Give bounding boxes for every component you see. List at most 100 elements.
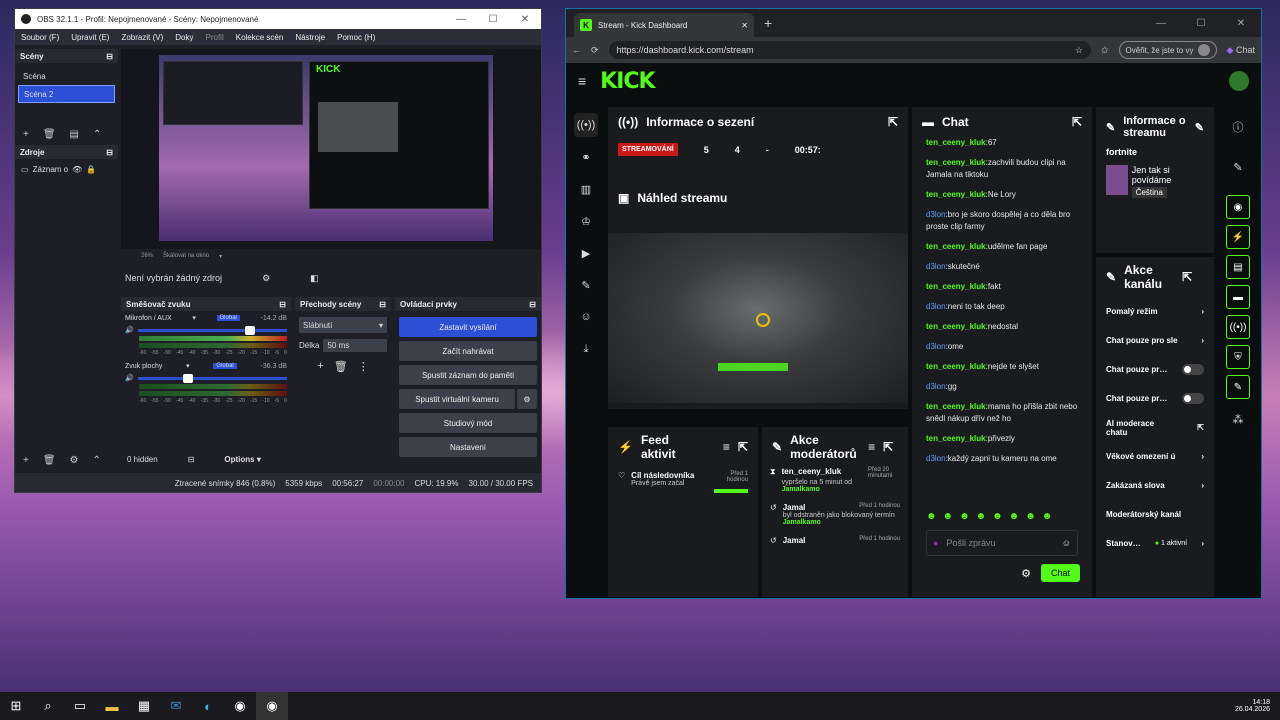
add-scene-icon[interactable]: + (23, 129, 29, 140)
virtual-camera-settings-icon[interactable]: ⚙ (517, 389, 537, 409)
chat-send-button[interactable]: Chat (1040, 564, 1080, 582)
scale-mode[interactable]: Škálovat na okno (163, 253, 209, 259)
emote-icon[interactable]: ☻ (976, 511, 987, 522)
menu-docks[interactable]: Doky (169, 33, 199, 42)
app-icon[interactable]: ◉ (224, 692, 256, 720)
nav-analytics-icon[interactable]: ▥ (574, 177, 598, 201)
scene-item[interactable]: Scéna (18, 67, 115, 85)
new-tab-icon[interactable]: + (764, 15, 772, 31)
filter-icon[interactable]: ≡ (868, 440, 875, 454)
remove-source-icon[interactable]: 🗑 (43, 455, 56, 466)
popout-icon[interactable]: ⇱ (1072, 115, 1082, 129)
maximize-icon[interactable]: ☐ (1181, 18, 1221, 29)
broadcast-icon[interactable]: ((•)) (1226, 315, 1250, 339)
settings-button[interactable]: Nastavení (399, 437, 537, 457)
speaker-icon[interactable]: 🔊 (125, 374, 134, 382)
action-emotes-only[interactable]: Chat pouze pr… (1106, 384, 1204, 413)
lightning-icon[interactable]: ⚡ (1226, 225, 1250, 249)
toggle[interactable] (1182, 393, 1204, 404)
camera-icon[interactable]: ◉ (1226, 195, 1250, 219)
action-slow-mode[interactable]: Pomalý režim › (1106, 297, 1204, 326)
filter-icon[interactable]: ▤ (70, 129, 79, 140)
nav-stream-icon[interactable]: ((•)) (574, 113, 598, 137)
copilot-chat-button[interactable]: ◆ Chat (1227, 45, 1255, 56)
action-age-restriction[interactable]: Věkové omezení ú › (1106, 442, 1204, 471)
action-set[interactable]: Stanov… ● 1 aktivní › (1106, 529, 1204, 558)
more-icon[interactable]: ⋮ (358, 360, 369, 373)
task-view-icon[interactable]: ▭ (64, 692, 96, 720)
action-subs-only[interactable]: Chat pouze pr… (1106, 355, 1204, 384)
info-icon[interactable]: ⓘ (1226, 115, 1250, 139)
file-explorer-icon[interactable]: ▬ (96, 692, 128, 720)
edge-icon[interactable]: ◐ (192, 692, 224, 720)
avatar[interactable] (1229, 71, 1249, 91)
action-followers-only[interactable]: Chat pouze pro sle › (1106, 326, 1204, 355)
maximize-icon[interactable]: ☐ (477, 14, 509, 25)
remove-scene-icon[interactable]: 🗑 (43, 129, 56, 140)
popout-icon[interactable]: ⇱ (883, 440, 893, 454)
source-filters-icon[interactable]: ◧ (310, 273, 319, 284)
close-icon[interactable]: ✕ (509, 14, 541, 25)
close-tab-icon[interactable]: ✕ (741, 21, 748, 30)
filter-icon[interactable]: ≡ (723, 440, 730, 454)
mail-icon[interactable]: ✉ (160, 692, 192, 720)
chat-settings-icon[interactable]: ⚙ (1021, 567, 1031, 580)
emote-icon[interactable]: ☻ (959, 511, 970, 522)
volume-slider-2[interactable] (137, 373, 287, 383)
nav-download-icon[interactable]: ⤓ (574, 337, 598, 361)
menu-tools[interactable]: Nástroje (289, 33, 331, 42)
action-ai-moderation[interactable]: AI moderace chatu ⇱ (1106, 413, 1204, 442)
action-banned-words[interactable]: Zakázaná slova › (1106, 471, 1204, 500)
mic-icon[interactable]: ● (933, 538, 938, 548)
remove-transition-icon[interactable]: 🗑 (334, 360, 348, 373)
mixer-layout-icon[interactable]: ⊟ (188, 455, 195, 464)
chat-input[interactable]: ● Pošli zprávu ☺ (926, 530, 1078, 556)
emote-icon[interactable]: ☻ (1009, 511, 1020, 522)
action-mod-channel[interactable]: Moderátorský kanál (1106, 500, 1204, 529)
up-icon[interactable]: ⌃ (93, 455, 101, 466)
obs-taskbar-icon[interactable]: ◉ (256, 692, 288, 720)
minimize-icon[interactable]: — (445, 14, 477, 25)
wrench-icon[interactable]: ✎ (1226, 375, 1250, 399)
visibility-icon[interactable]: 👁 (72, 165, 82, 174)
studio-mode-button[interactable]: Studiový mód (399, 413, 537, 433)
nav-trophy-icon[interactable]: ♔ (574, 209, 598, 233)
add-source-icon[interactable]: + (23, 455, 29, 466)
edit-pencil-icon[interactable]: ✎ (1195, 121, 1204, 134)
transition-select[interactable]: Slábnutí ▾ (299, 317, 387, 333)
zoom-value[interactable]: 26% (141, 253, 153, 259)
stop-streaming-button[interactable]: Zastavit vysílání (399, 317, 537, 337)
url-input[interactable]: https://dashboard.kick.com/stream ☆ (608, 41, 1091, 59)
nav-link-icon[interactable]: ⚭ (574, 145, 598, 169)
pencil-icon[interactable]: ✎ (1226, 155, 1250, 179)
source-properties-icon[interactable]: ⚙ (262, 273, 270, 284)
minimize-icon[interactable]: — (1141, 18, 1181, 29)
nav-video-icon[interactable]: ▶ (574, 241, 598, 265)
document-icon[interactable]: ▤ (1226, 255, 1250, 279)
popout-icon[interactable]: ⇱ (888, 115, 898, 129)
store-icon[interactable]: ▦ (128, 692, 160, 720)
verify-identity-button[interactable]: Ověřit, že jste to vy (1118, 41, 1217, 59)
search-icon[interactable]: ⌕ (32, 692, 64, 720)
emote-icon[interactable]: ☻ (1042, 511, 1053, 522)
toggle[interactable] (1182, 364, 1204, 375)
shield-icon[interactable]: ⛨ (1226, 345, 1250, 369)
replay-buffer-button[interactable]: Spustit záznam do paměti (399, 365, 537, 385)
volume-slider-1[interactable] (137, 325, 287, 335)
virtual-camera-button[interactable]: Spustit virtuální kameru (399, 389, 515, 409)
menu-profile[interactable]: Profil (200, 33, 230, 42)
obs-preview[interactable]: KICK (121, 49, 541, 249)
emote-icon[interactable]: ☻ (1025, 511, 1036, 522)
menu-file[interactable]: Soubor (F) (15, 33, 65, 42)
duration-input[interactable]: 50 ms (323, 339, 387, 352)
menu-scene-collection[interactable]: Kolekce scén (230, 33, 290, 42)
favorites-icon[interactable]: ✩ (1101, 45, 1109, 56)
up-icon[interactable]: ⌃ (93, 129, 101, 140)
add-transition-icon[interactable]: + (317, 360, 323, 373)
popout-icon[interactable]: ⇱ (738, 440, 748, 454)
start-recording-button[interactable]: Začít nahrávat (399, 341, 537, 361)
mixer-options-button[interactable]: Options ▾ (224, 455, 260, 464)
source-item[interactable]: ▭ Záznam o 👁 🔒 (21, 165, 96, 174)
apps-icon[interactable]: ⁂ (1226, 407, 1250, 431)
back-icon[interactable]: ← (572, 45, 581, 55)
